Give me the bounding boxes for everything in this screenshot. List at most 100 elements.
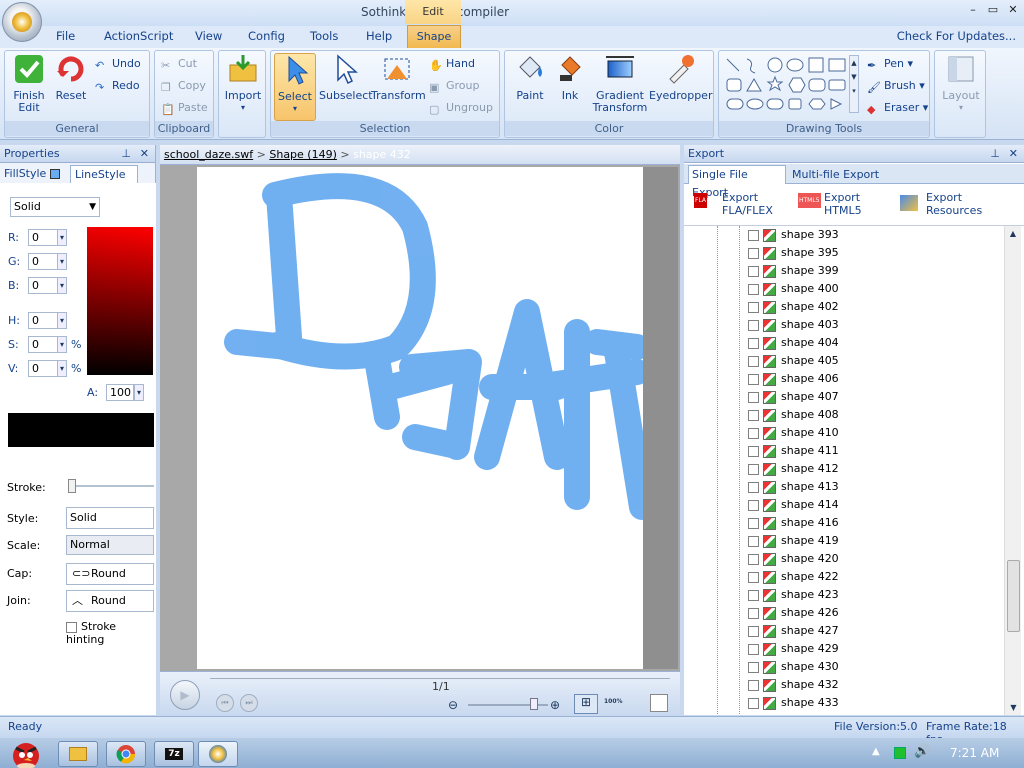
list-item[interactable]: shape 416 — [748, 514, 839, 532]
item-checkbox[interactable] — [748, 499, 759, 511]
item-checkbox[interactable] — [748, 589, 759, 601]
close-icon[interactable]: ✕ — [140, 145, 149, 163]
list-item[interactable]: shape 411 — [748, 442, 839, 460]
style-select[interactable]: Solid — [66, 507, 154, 529]
v-dropdown[interactable]: ▾ — [57, 360, 67, 377]
tab-linestyle[interactable]: LineStyle — [70, 165, 138, 198]
layout-button[interactable]: Layout ▾ — [939, 53, 983, 114]
timeline-track[interactable] — [210, 678, 670, 679]
tab-fillstyle[interactable]: FillStyle — [4, 165, 64, 183]
item-checkbox[interactable] — [748, 607, 759, 619]
menu-actionscript[interactable]: ActionScript — [104, 29, 173, 43]
zoom-100-button[interactable]: 100% — [604, 698, 623, 705]
group-button[interactable]: ▣ Group — [429, 77, 480, 95]
alpha-dropdown[interactable]: ▾ — [134, 384, 144, 401]
b-dropdown[interactable]: ▾ — [57, 277, 67, 294]
item-checkbox[interactable] — [748, 283, 759, 295]
play-button[interactable]: ▶ — [170, 680, 200, 710]
list-item[interactable]: shape 395 — [748, 244, 839, 262]
breadcrumb-shape-folder[interactable]: Shape (149) — [269, 148, 337, 161]
taskbar-7zip[interactable]: 7z — [154, 741, 194, 767]
item-checkbox[interactable] — [748, 229, 759, 241]
item-checkbox[interactable] — [748, 301, 759, 313]
reset-button[interactable]: Reset — [53, 53, 89, 102]
list-item[interactable]: shape 423 — [748, 586, 839, 604]
fill-type-select[interactable]: Solid ▼ — [10, 197, 100, 217]
list-item[interactable]: shape 400 — [748, 280, 839, 298]
copy-button[interactable]: ❐ Copy — [161, 77, 206, 95]
item-checkbox[interactable] — [748, 355, 759, 367]
list-item[interactable]: shape 433 — [748, 694, 839, 712]
item-checkbox[interactable] — [748, 553, 759, 565]
item-checkbox[interactable] — [748, 481, 759, 493]
pin-icon[interactable]: ⊥ — [121, 145, 131, 163]
minimize-button[interactable]: – — [962, 3, 984, 19]
scroll-up-icon[interactable]: ▲ — [1005, 226, 1021, 242]
app-menu-button[interactable] — [2, 2, 42, 42]
item-checkbox[interactable] — [748, 337, 759, 349]
menu-view[interactable]: View — [195, 29, 222, 43]
cut-button[interactable]: ✂ Cut — [161, 55, 197, 73]
finish-edit-button[interactable]: Finish Edit — [9, 53, 49, 114]
stage-canvas[interactable] — [197, 167, 655, 669]
breadcrumb-file[interactable]: school_daze.swf — [164, 148, 253, 161]
r-input[interactable]: 0 — [28, 229, 58, 246]
volume-icon[interactable]: 🔊 — [914, 744, 930, 759]
cap-select[interactable]: ⊂⊃ Round — [66, 563, 154, 585]
color-picker-square[interactable] — [87, 227, 153, 375]
item-checkbox[interactable] — [748, 391, 759, 403]
list-item[interactable]: shape 399 — [748, 262, 839, 280]
menu-tools[interactable]: Tools — [310, 29, 338, 43]
brush-button[interactable]: 🖌 Brush ▾ — [867, 77, 925, 95]
item-checkbox[interactable] — [748, 535, 759, 547]
list-item[interactable]: shape 404 — [748, 334, 839, 352]
item-checkbox[interactable] — [748, 571, 759, 583]
menu-help[interactable]: Help — [366, 29, 392, 43]
list-item[interactable]: shape 410 — [748, 424, 839, 442]
list-item[interactable]: shape 403 — [748, 316, 839, 334]
close-icon[interactable]: ✕ — [1009, 145, 1018, 163]
gradient-transform-button[interactable]: Gradient Transform — [591, 53, 649, 114]
eyedropper-button[interactable]: Eyedropper — [649, 53, 712, 102]
h-input[interactable]: 0 — [28, 312, 58, 329]
tray-expand-icon[interactable]: ▲ — [872, 746, 880, 757]
zoom-in-icon[interactable]: ⊕ — [550, 698, 560, 712]
list-item[interactable]: shape 432 — [748, 676, 839, 694]
item-checkbox[interactable] — [748, 445, 759, 457]
item-checkbox[interactable] — [748, 517, 759, 529]
b-input[interactable]: 0 — [28, 277, 58, 294]
paste-button[interactable]: 📋 Paste — [161, 99, 208, 117]
item-checkbox[interactable] — [748, 265, 759, 277]
scroll-down-icon[interactable]: ▼ — [1005, 700, 1022, 715]
list-item[interactable]: shape 405 — [748, 352, 839, 370]
tab-single-file-export[interactable]: Single File Export — [688, 165, 786, 199]
taskbar-sothink[interactable] — [198, 741, 238, 767]
item-checkbox[interactable] — [748, 373, 759, 385]
pen-button[interactable]: ✒ Pen ▾ — [867, 55, 913, 73]
item-checkbox[interactable] — [748, 247, 759, 259]
list-item[interactable]: shape 393 — [748, 226, 839, 244]
taskbar-explorer[interactable] — [58, 741, 98, 767]
item-checkbox[interactable] — [748, 625, 759, 637]
list-item[interactable]: shape 426 — [748, 604, 839, 622]
tab-multi-file-export[interactable]: Multi-file Export — [792, 167, 879, 183]
scale-select[interactable]: Normal — [66, 535, 154, 555]
menu-config[interactable]: Config — [248, 29, 285, 43]
r-dropdown[interactable]: ▾ — [57, 229, 67, 246]
redo-button[interactable]: ↷ Redo — [95, 77, 140, 95]
network-icon[interactable] — [894, 747, 906, 759]
eraser-button[interactable]: ◆ Eraser ▾ — [867, 99, 928, 117]
ink-button[interactable]: Ink — [553, 53, 587, 102]
item-checkbox[interactable] — [748, 463, 759, 475]
check-updates-link[interactable]: Check For Updates... — [897, 29, 1016, 43]
next-frame-button[interactable]: ⏭ — [240, 694, 258, 712]
join-select[interactable]: ︿ Round — [66, 590, 154, 612]
list-item[interactable]: shape 402 — [748, 298, 839, 316]
start-button[interactable] — [2, 738, 50, 768]
taskbar-chrome[interactable] — [106, 741, 146, 767]
item-checkbox[interactable] — [748, 661, 759, 673]
subselect-button[interactable]: Subselect — [319, 53, 373, 102]
ungroup-button[interactable]: ▢ Ungroup — [429, 99, 493, 117]
alpha-input[interactable]: 100 — [106, 384, 134, 401]
s-input[interactable]: 0 — [28, 336, 58, 353]
